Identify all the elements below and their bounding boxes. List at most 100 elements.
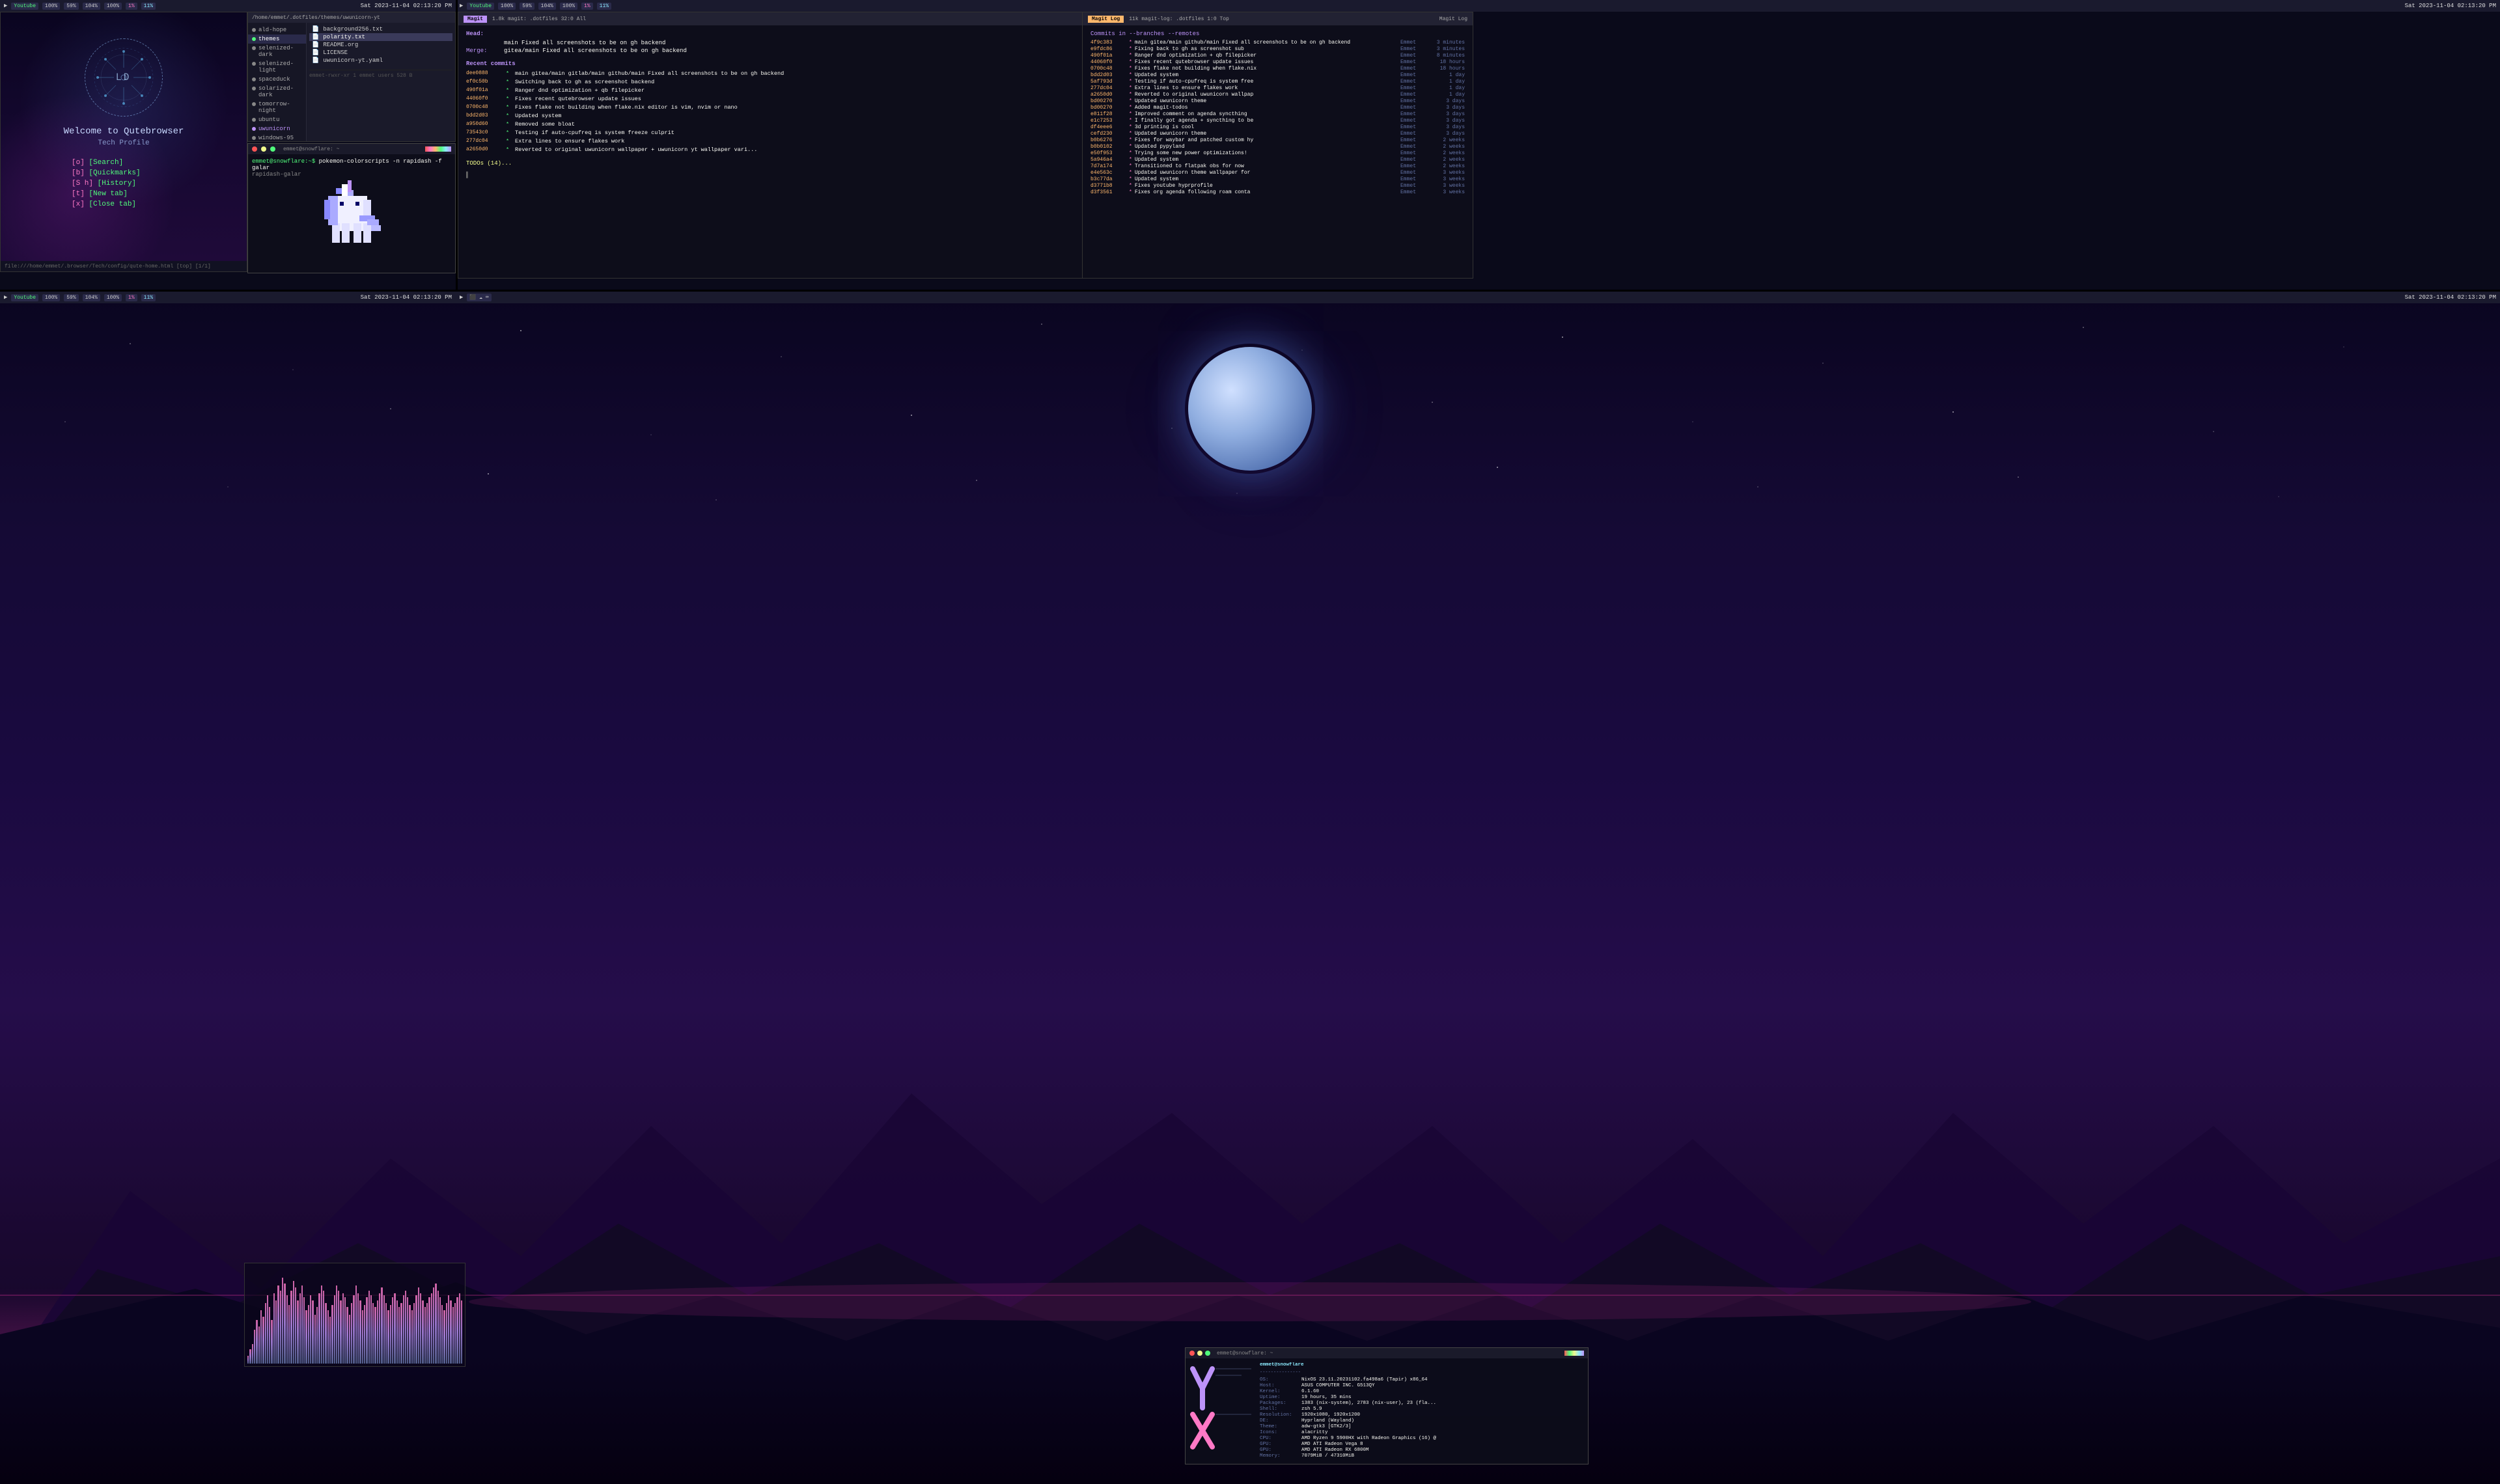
log-19[interactable]: 7d7a174 * Transitioned to flatpak obs fo… bbox=[1090, 163, 1465, 169]
magit-content[interactable]: Head: main Fixed all screenshots to be o… bbox=[458, 25, 1082, 278]
vis-bar bbox=[413, 1303, 415, 1364]
neofetch-packages: Packages: 1383 (nix-system), 2783 (nix-u… bbox=[1260, 1401, 1584, 1406]
log-13[interactable]: df4eee6 * 3d printing is cool Emmet 3 da… bbox=[1090, 124, 1465, 130]
commit-1[interactable]: ef0c50b * Switching back to gh as screen… bbox=[466, 78, 1074, 86]
log-10[interactable]: bd00270 * Added magit-todos Emmet 3 days bbox=[1090, 105, 1465, 111]
magit-window: Magit 1.8k magit: .dotfiles 32:0 All Hea… bbox=[458, 12, 1473, 279]
sidebar-solarized-dark[interactable]: solarized-dark bbox=[248, 84, 306, 100]
log-0[interactable]: 4f9c383 * main gitea/main github/main Fi… bbox=[1090, 40, 1465, 46]
qute-menu-history[interactable]: [S h] [History] bbox=[72, 178, 176, 189]
vis-bar bbox=[277, 1285, 279, 1364]
top-left-monitor: L D Welcome to Qutebrowser Tech Profile … bbox=[0, 0, 456, 290]
vis-bar bbox=[286, 1295, 288, 1364]
log-7[interactable]: 277dc04 * Extra lines to ensure flakes w… bbox=[1090, 85, 1465, 91]
fm-file-yaml[interactable]: 📄 uwunicorn-yt.yaml bbox=[309, 57, 452, 64]
min-dot[interactable] bbox=[261, 146, 266, 152]
vis-bar bbox=[368, 1291, 370, 1364]
log-3[interactable]: 44060f0 * Fixes recent qutebrowser updat… bbox=[1090, 59, 1465, 65]
log-2[interactable]: 490f01a * Ranger dnd optimization + qb f… bbox=[1090, 53, 1465, 59]
fm-sidebar[interactable]: ald-hope themes selenized-dark selenized… bbox=[248, 23, 307, 141]
status-11-r: 11% bbox=[597, 3, 611, 10]
commit-9[interactable]: a2650d0 * Reverted to original uwunicorn… bbox=[466, 146, 1074, 154]
commit-5[interactable]: bdd2d03 * Updated system bbox=[466, 112, 1074, 120]
log-1[interactable]: e9fdc86 * Fixing back to gh as screensho… bbox=[1090, 46, 1465, 52]
commit-4[interactable]: 0700c48 * Fixes flake not building when … bbox=[466, 103, 1074, 111]
vis-bar bbox=[409, 1305, 410, 1364]
neofetch-max[interactable] bbox=[1205, 1351, 1210, 1356]
vis-bar bbox=[385, 1303, 387, 1364]
status-11: 11% bbox=[141, 3, 156, 10]
log-9[interactable]: bd00270 * Updated uwunicorn theme Emmet … bbox=[1090, 98, 1465, 104]
qute-menu-quickmarks[interactable]: [b] [Quickmarks] bbox=[72, 168, 176, 178]
vis-bar bbox=[431, 1293, 432, 1364]
sidebar-ubuntu[interactable]: ubuntu bbox=[248, 115, 306, 124]
fm-file-readme[interactable]: 📄 README.org bbox=[309, 41, 452, 49]
log-21[interactable]: b3c77da * Updated system Emmet 3 weeks bbox=[1090, 176, 1465, 182]
sidebar-windows-95[interactable]: windows-95 bbox=[248, 133, 306, 141]
bottom-monitor: emmet@snowflare: ~ emmet@ bbox=[0, 292, 2500, 1484]
fm-file-license[interactable]: 📄 LICENSE bbox=[309, 49, 452, 57]
vis-bar bbox=[312, 1300, 313, 1364]
neofetch-min[interactable] bbox=[1197, 1351, 1202, 1356]
log-20[interactable]: e4e563c * Updated uwunicorn theme wallpa… bbox=[1090, 170, 1465, 176]
log-4[interactable]: 0700c48 * Fixes flake not building when … bbox=[1090, 66, 1465, 72]
vis-bar bbox=[426, 1303, 428, 1364]
vis-bar bbox=[379, 1293, 380, 1364]
status-youtube-r: Youtube bbox=[467, 3, 494, 10]
log-23[interactable]: d3f3561 * Fixes org agenda following roa… bbox=[1090, 189, 1465, 195]
commit-7[interactable]: 73543c0 * Testing if auto-cpufreq is sys… bbox=[466, 129, 1074, 137]
commit-8[interactable]: 277dc04 * Extra lines to ensure flakes w… bbox=[466, 137, 1074, 145]
commit-3[interactable]: 44060f0 * Fixes recent qutebrowser updat… bbox=[466, 95, 1074, 103]
log-14[interactable]: cefd230 * Updated uwunicorn theme Emmet … bbox=[1090, 131, 1465, 137]
commit-6[interactable]: a950d60 * Removed some bloat bbox=[466, 120, 1074, 128]
log-6[interactable]: 5af793d * Testing if auto-cpufreq is sys… bbox=[1090, 79, 1465, 85]
sidebar-ald-hope[interactable]: ald-hope bbox=[248, 25, 306, 34]
qute-menu-closetab[interactable]: [x] [Close tab] bbox=[72, 199, 176, 210]
status-1-r: 1% bbox=[581, 3, 593, 10]
sidebar-themes[interactable]: themes bbox=[248, 34, 306, 44]
vis-bar bbox=[329, 1317, 331, 1364]
monitor-divider-horizontal bbox=[0, 290, 2500, 292]
sidebar-selenized-dark[interactable]: selenized-dark bbox=[248, 44, 306, 59]
commit-0[interactable]: dee0888 * main gitea/main gitlab/main gi… bbox=[466, 70, 1074, 77]
status-youtube: Youtube bbox=[11, 3, 38, 10]
vis-bar bbox=[418, 1287, 419, 1364]
fm-file-polarity[interactable]: 📄 polarity.txt bbox=[309, 33, 452, 41]
max-dot[interactable] bbox=[270, 146, 275, 152]
log-18[interactable]: 5a946a4 * Updated system Emmet 2 weeks bbox=[1090, 157, 1465, 163]
neofetch-close[interactable] bbox=[1189, 1351, 1195, 1356]
pokemon-sprite bbox=[312, 180, 391, 258]
log-8[interactable]: a2650d0 * Reverted to original uwunicorn… bbox=[1090, 92, 1465, 98]
neofetch-divider: --------------- bbox=[1260, 1370, 1584, 1375]
sidebar-selenized-light[interactable]: selenized-light bbox=[248, 59, 306, 75]
neofetch-header-controls bbox=[1564, 1351, 1584, 1356]
log-11[interactable]: e811f28 * Improved comment on agenda syn… bbox=[1090, 111, 1465, 117]
audio-visualizer bbox=[244, 1263, 465, 1367]
sidebar-spaceduck[interactable]: spaceduck bbox=[248, 75, 306, 84]
sidebar-tomorrow-night[interactable]: tomorrow-night bbox=[248, 100, 306, 115]
vis-bar bbox=[407, 1297, 408, 1364]
qute-menu-search[interactable]: [o] [Search] bbox=[72, 158, 176, 168]
log-17[interactable]: e50f953 * Trying some new power optimiza… bbox=[1090, 150, 1465, 156]
magit-log-content[interactable]: Commits in --branches --remotes 4f9c383 … bbox=[1083, 25, 1473, 278]
commit-2[interactable]: 490f01a * Ranger dnd optimization + qb f… bbox=[466, 87, 1074, 94]
vis-bar bbox=[387, 1310, 389, 1364]
vis-bar bbox=[340, 1300, 341, 1364]
neofetch-kernel: Kernel: 6.1.60 bbox=[1260, 1389, 1584, 1394]
qute-menu-newtab[interactable]: [t] [New tab] bbox=[72, 189, 176, 199]
fm-file-bg[interactable]: 📄 background256.txt bbox=[309, 25, 452, 33]
vis-bar bbox=[265, 1303, 266, 1364]
vis-bar bbox=[390, 1305, 391, 1364]
log-16[interactable]: b0b0102 * Updated pypyland Emmet 2 weeks bbox=[1090, 144, 1465, 150]
log-15[interactable]: b0b6276 * Fixes for waybar and patched c… bbox=[1090, 137, 1465, 143]
status-104-r: 104% bbox=[538, 3, 556, 10]
vis-bar bbox=[396, 1300, 398, 1364]
fm-main[interactable]: 📄 background256.txt 📄 polarity.txt 📄 REA… bbox=[307, 23, 455, 141]
sidebar-uwunicorn[interactable]: uwunicorn bbox=[248, 124, 306, 133]
neofetch-info-panel: emmet@snowflare --------------- OS: NixO… bbox=[1260, 1362, 1584, 1460]
log-12[interactable]: e1c7253 * I finally got agenda + syncthi… bbox=[1090, 118, 1465, 124]
close-dot[interactable] bbox=[252, 146, 257, 152]
log-22[interactable]: d3771b8 * Fixes youtube hyprprofile Emme… bbox=[1090, 183, 1465, 189]
log-5[interactable]: bdd2d03 * Updated system Emmet 1 day bbox=[1090, 72, 1465, 78]
qute-window: L D Welcome to Qutebrowser Tech Profile … bbox=[0, 12, 247, 272]
